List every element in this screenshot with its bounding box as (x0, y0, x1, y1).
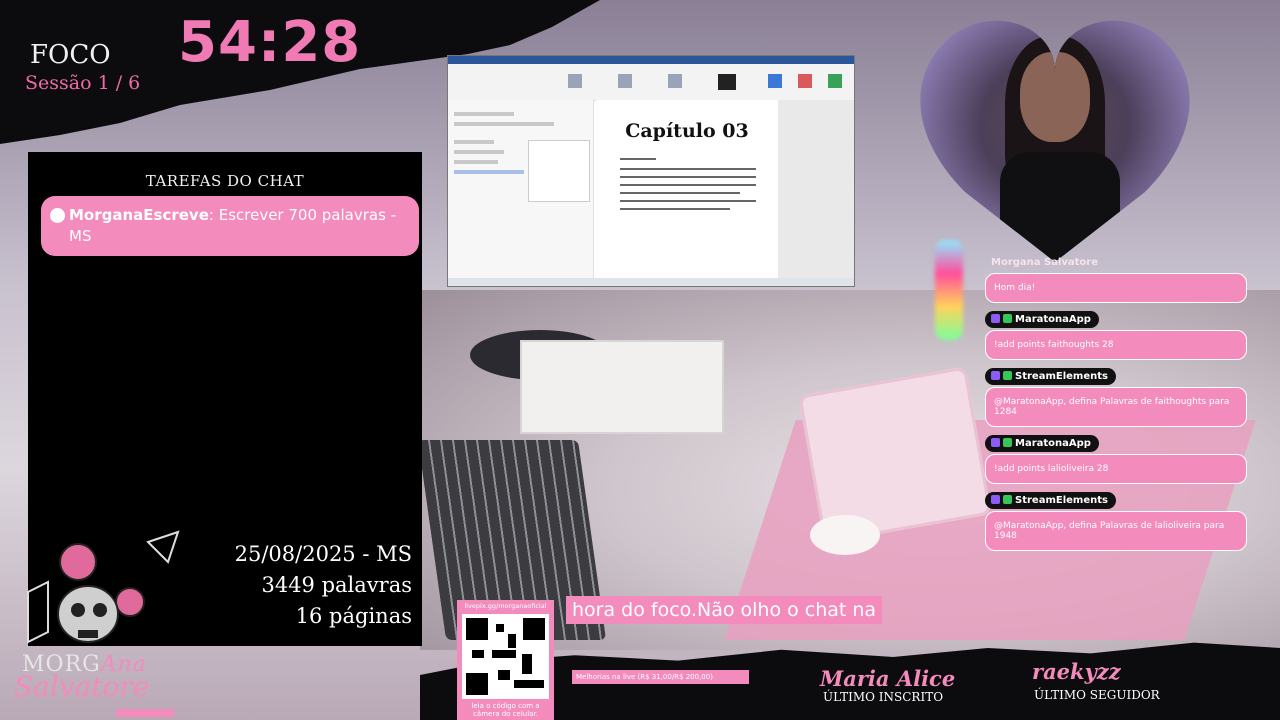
chat-message: !add points faithoughts 28 (985, 330, 1247, 360)
chat-username: MaratonaApp (985, 435, 1099, 452)
last-subscriber-name: Maria Alice (820, 666, 956, 691)
chat-message: @MaratonaApp, defina Palavras de lalioli… (985, 511, 1247, 551)
document-page: Capítulo 03 (596, 100, 778, 278)
streamer-face (1020, 52, 1090, 142)
skull-roses-logo-icon (27, 530, 180, 644)
toolbar-icon (668, 74, 682, 88)
stats-words: 3449 palavras (261, 573, 412, 597)
task-item: MorganaEscreve: Escrever 700 palavras - … (41, 196, 419, 256)
webcam-heart-frame (905, 12, 1205, 262)
app-title-bar (448, 56, 854, 64)
chat-message: !add points lalioliveira 28 (985, 454, 1247, 484)
app-toolbar (448, 64, 854, 101)
desk-shelf (520, 340, 724, 434)
toolbar-icon (568, 74, 582, 88)
chat-message: Hom dia! (985, 273, 1247, 303)
twitch-badge-icon (991, 371, 1000, 380)
shared-screen-document: Capítulo 03 (448, 56, 854, 286)
chat-header: Morgana Salvatore (991, 257, 1099, 268)
focus-timer: 54:28 (178, 10, 362, 75)
chat-username: StreamElements (985, 368, 1116, 385)
writing-stats: 25/08/2025 - MS 3449 palavras 16 páginas (235, 539, 412, 632)
bot-badge-icon (1003, 495, 1012, 504)
toolbar-icon (768, 74, 782, 88)
chat-username: StreamElements (985, 492, 1116, 509)
twitch-badge-icon (991, 495, 1000, 504)
task-user: MorganaEscreve (69, 206, 209, 224)
qr-caption: leia o código com a câmera do celular. (471, 702, 540, 718)
last-follower-name: raekyzz (1032, 659, 1121, 684)
toolbar-icon (798, 74, 812, 88)
document-margin (778, 100, 854, 278)
mouse (810, 515, 880, 555)
timer-popup (528, 140, 590, 202)
last-subscriber-label: ÚLTIMO INSCRITO (823, 690, 944, 704)
bot-badge-icon (1003, 371, 1012, 380)
tasks-title: TAREFAS DO CHAT (145, 172, 305, 190)
chat-overlay: Morgana Salvatore Hom dia! MaratonaApp !… (985, 246, 1247, 551)
donation-goal-bar: Melhorias na live (R$ 31,00/R$ 200,00) (572, 670, 749, 684)
donation-qr-panel: livepix.gg/morganaoficial leia o código … (457, 600, 554, 720)
focus-label: FOCO (30, 40, 111, 70)
last-follower-label: ÚLTIMO SEGUIDOR (1034, 688, 1160, 702)
navigation-pane (448, 100, 594, 278)
toolbar-icon (618, 74, 632, 88)
toolbar-icon (718, 74, 736, 90)
os-taskbar (448, 278, 854, 286)
logo-badge (116, 709, 174, 717)
scrolling-ticker: hora do foco.Não olho o chat na (566, 596, 883, 624)
logo-text-bottom: Salvatore (14, 670, 150, 703)
bot-badge-icon (1003, 314, 1012, 323)
toolbar-icon (828, 74, 842, 88)
qr-code-icon (462, 614, 549, 699)
donation-url: livepix.gg/morganaoficial (464, 602, 547, 610)
twitch-badge-icon (991, 438, 1000, 447)
chat-username: MaratonaApp (985, 311, 1099, 328)
twitch-badge-icon (991, 314, 1000, 323)
task-checkbox-icon (50, 208, 65, 223)
stats-date: 25/08/2025 - MS (234, 542, 412, 566)
chat-message: @MaratonaApp, defina Palavras de faithou… (985, 387, 1247, 427)
document-title: Capítulo 03 (625, 120, 749, 142)
session-counter: Sessão 1 / 6 (25, 72, 141, 94)
stats-pages: 16 páginas (295, 604, 412, 628)
bot-badge-icon (1003, 438, 1012, 447)
rgb-lights (935, 240, 963, 340)
